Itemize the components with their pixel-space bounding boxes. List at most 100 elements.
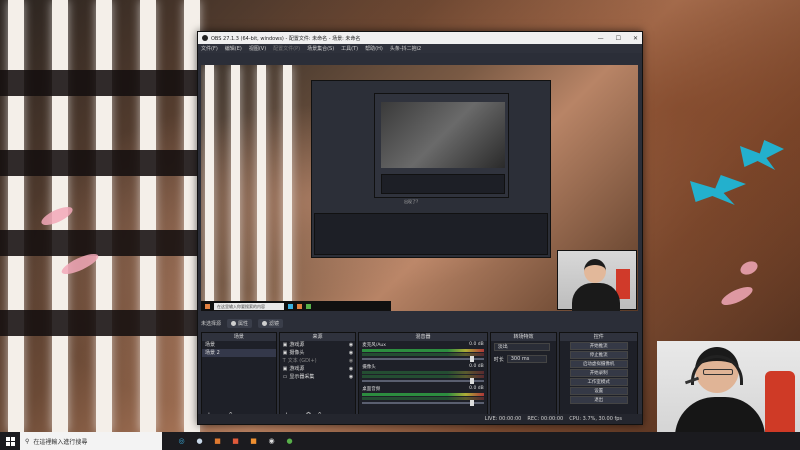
controls-dock: 控件 开始推流 停止推流 启动虚拟摄像机 开始录制 工作室模式 设置 退出 <box>559 332 639 421</box>
menu-help[interactable]: 帮助(H) <box>365 45 383 52</box>
scenes-header: 场景 <box>202 333 276 341</box>
nested-preview <box>381 102 505 168</box>
stop-streaming-button[interactable]: 停止推流 <box>569 351 628 359</box>
windows-logo-icon <box>5 436 15 446</box>
eye-icon[interactable]: ◉ <box>349 357 353 365</box>
gear-icon <box>231 320 237 326</box>
menu-file[interactable]: 文件(F) <box>201 45 218 52</box>
source-item[interactable]: ▭ 显示器采集 ◉ <box>280 373 356 381</box>
volume-meter <box>362 375 484 378</box>
obs-preview-canvas[interactable]: 出现了? 在这里输入你要搜索的内容 <box>201 65 638 311</box>
source-item[interactable]: ▣ 游戏源 ◉ <box>280 365 356 373</box>
gaming-chair <box>765 371 795 432</box>
filter-icon <box>262 320 268 326</box>
camera-icon: ▣ <box>282 350 288 356</box>
preview-webcam <box>557 250 637 311</box>
search-placeholder: 在這裡輸入進行搜尋 <box>33 438 88 446</box>
app-orange2-icon[interactable]: ■ <box>248 436 259 447</box>
eye-icon[interactable]: ◉ <box>349 341 353 349</box>
scene-item[interactable]: 场景 2 <box>202 349 276 357</box>
controls-header: 控件 <box>560 333 638 341</box>
game-icon: ▣ <box>282 342 288 348</box>
volume-slider[interactable] <box>362 356 484 362</box>
start-button[interactable] <box>0 432 20 450</box>
start-streaming-button[interactable]: 开始推流 <box>569 342 628 350</box>
obs-window: OBS 27.1.3 (64-bit, windows) - 配置文件: 未命名… <box>197 31 643 425</box>
filters-label: 滤镜 <box>269 320 280 327</box>
preview-window-bars <box>201 65 311 311</box>
glasses <box>703 369 733 375</box>
studio-mode-button[interactable]: 工作室模式 <box>569 378 628 386</box>
mixer-channel: 桌面音频 0.0 dB <box>359 385 486 407</box>
nested-obs-capture: 出现了? <box>311 80 551 258</box>
virtual-camera-button[interactable]: 启动虚拟摄像机 <box>569 360 628 368</box>
obs-icon[interactable]: ◉ <box>266 436 277 447</box>
duration-input[interactable]: 300 ms <box>506 355 547 363</box>
windows-taskbar: ⚲ 在這裡輸入進行搜尋 ◎ ● ■ ■ ■ ◉ ● <box>0 432 800 450</box>
eye-icon[interactable]: ◉ <box>349 365 353 373</box>
menu-view[interactable]: 视图(V) <box>249 45 266 52</box>
app-red-icon[interactable]: ■ <box>230 436 241 447</box>
obs-title-bar[interactable]: OBS 27.1.3 (64-bit, windows) - 配置文件: 未命名… <box>198 32 642 44</box>
steam-icon[interactable]: ● <box>194 436 205 447</box>
app-orange-icon[interactable]: ■ <box>212 436 223 447</box>
maximize-button[interactable]: ☐ <box>616 35 621 42</box>
mixer-channel: 摄像头 0.0 dB <box>359 363 486 385</box>
properties-label: 属性 <box>238 320 249 327</box>
channel-name: 桌面音频 <box>362 387 381 392</box>
live-status: LIVE: 00:00:00 <box>484 416 522 422</box>
obs-window-title: OBS 27.1.3 (64-bit, windows) - 配置文件: 未命名… <box>211 35 361 42</box>
menu-scene-collection[interactable]: 场景集合(S) <box>307 45 334 52</box>
menu-edit[interactable]: 编辑(E) <box>225 45 242 52</box>
wallpaper-window-bars <box>0 0 200 432</box>
start-recording-button[interactable]: 开始录制 <box>569 369 628 377</box>
taskbar-search[interactable]: ⚲ 在這裡輸入進行搜尋 <box>20 432 162 450</box>
sources-dock: 来源 ▣ 游戏源 ◉ ▣ 摄像头 ◉ T 文本 (GDI+) ◉ ▣ 游戏源 ◉ <box>278 332 357 421</box>
obs-docks: 场景 场景 场景 2 + − ⌃ ⌄ 来源 ▣ 游戏源 ◉ ▣ 摄像头 ◉ <box>201 332 639 421</box>
sources-header: 来源 <box>279 333 356 341</box>
scenes-dock: 场景 场景 场景 2 + − ⌃ ⌄ <box>201 332 277 421</box>
settings-button[interactable]: 设置 <box>569 387 628 395</box>
preview-search: 在这里输入你要搜索的内容 <box>214 302 284 310</box>
volume-meter <box>362 349 484 352</box>
volume-slider[interactable] <box>362 378 484 384</box>
channel-name: 麦克风/Aux <box>362 343 386 348</box>
exit-button[interactable]: 退出 <box>569 396 628 404</box>
cortana-icon[interactable]: ◎ <box>176 436 187 447</box>
preview-taskbar: 在这里输入你要搜索的内容 <box>201 301 391 311</box>
source-label: 游戏源 <box>289 366 305 372</box>
preview-caption: 出现了? <box>404 199 419 204</box>
properties-button[interactable]: 属性 <box>227 318 253 328</box>
menu-profile[interactable]: 配置文件(P) <box>273 45 300 52</box>
nested-docks <box>381 174 505 194</box>
mixer-dock: 混音器 麦克风/Aux 0.0 dB 摄像头 0.0 dB 桌面音频 0.0 dB <box>358 332 488 421</box>
filters-button[interactable]: 滤镜 <box>258 318 284 328</box>
chrome-icon[interactable]: ● <box>284 436 295 447</box>
source-label: 游戏源 <box>289 342 305 348</box>
search-icon: ⚲ <box>25 437 30 445</box>
minimize-button[interactable]: — <box>598 35 604 42</box>
menu-tools[interactable]: 工具(T) <box>341 45 358 52</box>
scene-item[interactable]: 场景 <box>202 341 276 349</box>
channel-db: 0.0 dB <box>469 342 484 347</box>
close-button[interactable]: ✕ <box>633 35 638 42</box>
nested-obs-capture-inner <box>374 93 509 198</box>
transitions-dock: 转场特效 淡出 时长 300 ms <box>489 332 558 421</box>
transitions-header: 转场特效 <box>490 333 557 341</box>
eye-icon[interactable]: ◉ <box>349 373 353 381</box>
taskbar-apps: ◎ ● ■ ■ ■ ◉ ● <box>176 436 295 447</box>
game-icon: ▣ <box>282 366 288 372</box>
source-item[interactable]: ▣ 游戏源 ◉ <box>280 341 356 349</box>
eye-icon[interactable]: ◉ <box>349 349 353 357</box>
volume-slider[interactable] <box>362 400 484 406</box>
webcam-overlay <box>657 341 800 432</box>
transition-select[interactable]: 淡出 <box>493 343 550 351</box>
cpu-status: CPU: 3.7%, 30.00 fps <box>569 416 622 422</box>
volume-meter <box>362 393 484 396</box>
source-label: 文本 (GDI+) <box>287 358 317 364</box>
menu-extra[interactable]: 头条-抖二抱i2 <box>390 45 421 52</box>
source-item[interactable]: T 文本 (GDI+) ◉ <box>280 357 356 365</box>
volume-meter <box>362 371 484 374</box>
source-item[interactable]: ▣ 摄像头 ◉ <box>280 349 356 357</box>
source-label: 显示器采集 <box>289 374 315 380</box>
